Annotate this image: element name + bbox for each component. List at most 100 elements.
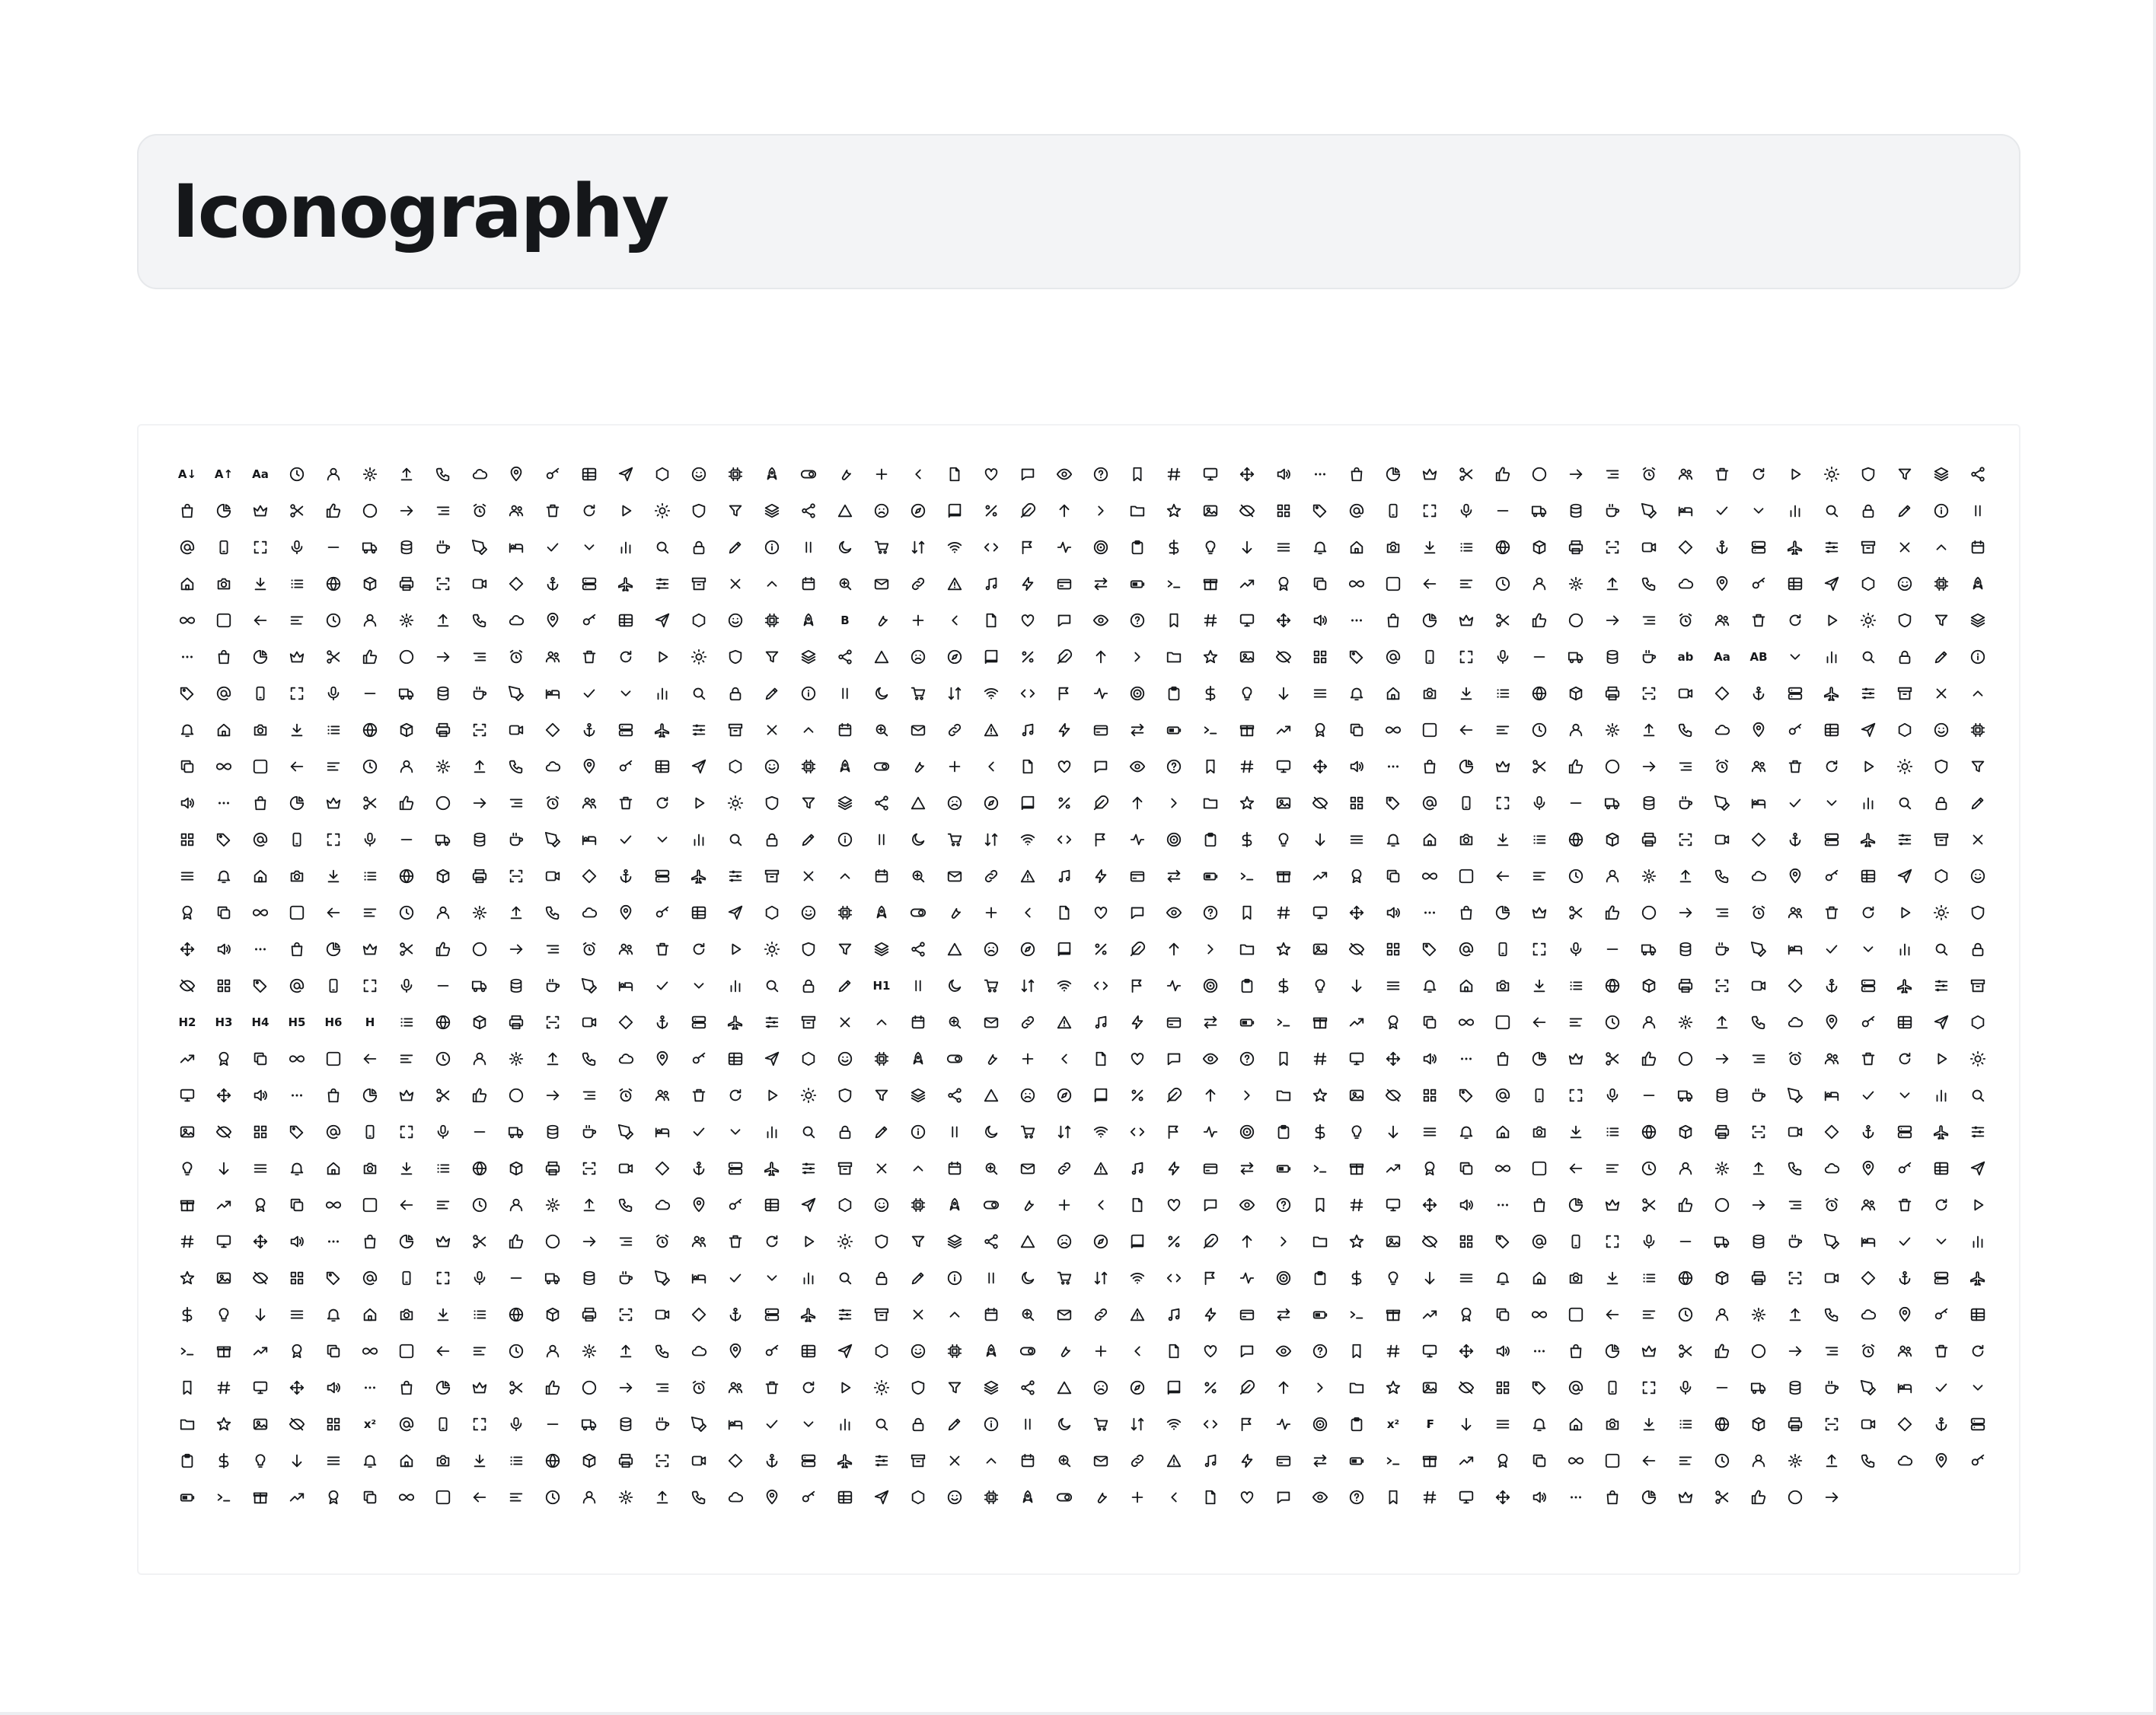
- globe-icon[interactable]: [461, 1150, 498, 1187]
- eye-icon[interactable]: [1229, 1187, 1265, 1223]
- sun-icon[interactable]: [1813, 456, 1850, 493]
- lock-icon[interactable]: [790, 967, 827, 1004]
- dots-icon[interactable]: [1448, 1041, 1485, 1077]
- download-icon[interactable]: [1558, 1114, 1594, 1150]
- pie-chart-icon[interactable]: [425, 1369, 461, 1406]
- bar-chart-icon[interactable]: [1777, 493, 1813, 529]
- bag-icon[interactable]: [1521, 1187, 1558, 1223]
- chevron-down-icon[interactable]: [1850, 931, 1886, 967]
- globe-icon[interactable]: [534, 1442, 571, 1479]
- bolt-icon[interactable]: [1083, 858, 1119, 894]
- alarm-icon[interactable]: [1850, 1333, 1886, 1369]
- credit-card-icon[interactable]: [1192, 1150, 1229, 1187]
- bed-icon[interactable]: [1886, 1369, 1923, 1406]
- refresh-icon[interactable]: [1740, 456, 1777, 493]
- cloud-icon[interactable]: [717, 1479, 754, 1516]
- play-icon[interactable]: [790, 1223, 827, 1260]
- coffee-icon[interactable]: [1667, 785, 1704, 821]
- check-icon[interactable]: [681, 1114, 717, 1150]
- map-pin-icon[interactable]: [1886, 1296, 1923, 1333]
- flag-icon[interactable]: [1119, 967, 1156, 1004]
- clock-icon[interactable]: [1667, 1296, 1704, 1333]
- eye-off-icon[interactable]: [1302, 785, 1338, 821]
- frown-icon[interactable]: [936, 785, 973, 821]
- credit-card-icon[interactable]: [1119, 858, 1156, 894]
- rocket-icon[interactable]: [936, 1187, 973, 1223]
- smartphone-icon[interactable]: [1558, 1223, 1594, 1260]
- compass-icon[interactable]: [1009, 931, 1046, 967]
- at-icon[interactable]: [169, 529, 206, 566]
- alarm-icon[interactable]: [608, 1077, 644, 1114]
- share-icon[interactable]: [1009, 1369, 1046, 1406]
- question-icon[interactable]: [1338, 1479, 1375, 1516]
- lock-icon[interactable]: [1923, 785, 1960, 821]
- home-icon[interactable]: [1558, 1406, 1594, 1442]
- bell-icon[interactable]: [1302, 529, 1338, 566]
- download-icon[interactable]: [1448, 675, 1485, 712]
- close-icon[interactable]: [754, 712, 790, 748]
- scissors-icon[interactable]: [1704, 1479, 1740, 1516]
- layers-icon[interactable]: [973, 1369, 1009, 1406]
- info-icon[interactable]: [827, 821, 863, 858]
- expand-icon[interactable]: [461, 1406, 498, 1442]
- bed-icon[interactable]: [681, 1260, 717, 1296]
- scissors-icon[interactable]: [1521, 748, 1558, 785]
- calendar-icon[interactable]: [900, 1004, 936, 1041]
- database-icon[interactable]: [1631, 785, 1667, 821]
- zoom-in-icon[interactable]: [1009, 1296, 1046, 1333]
- align-left-icon[interactable]: [1594, 1150, 1631, 1187]
- chevron-up-icon[interactable]: [827, 858, 863, 894]
- cpu-icon[interactable]: [973, 1479, 1009, 1516]
- minus-icon[interactable]: [425, 967, 461, 1004]
- music-icon[interactable]: [1046, 858, 1083, 894]
- monitor-icon[interactable]: [1192, 456, 1229, 493]
- frown-icon[interactable]: [863, 493, 900, 529]
- thumbs-up-icon[interactable]: [388, 785, 425, 821]
- star-icon[interactable]: [1375, 1369, 1411, 1406]
- user-icon[interactable]: [352, 602, 388, 639]
- heart-icon[interactable]: [973, 456, 1009, 493]
- text-glyph-icon[interactable]: A↑: [206, 456, 242, 493]
- chevron-left-icon[interactable]: [1156, 1479, 1192, 1516]
- coffee-icon[interactable]: [534, 967, 571, 1004]
- hash-icon[interactable]: [169, 1223, 206, 1260]
- folder-icon[interactable]: [1156, 639, 1192, 675]
- scan-icon[interactable]: [608, 1296, 644, 1333]
- trash-icon[interactable]: [1850, 1041, 1886, 1077]
- question-icon[interactable]: [1302, 1333, 1338, 1369]
- arrow-right-icon[interactable]: [1667, 894, 1704, 931]
- clock-icon[interactable]: [461, 1187, 498, 1223]
- edit-icon[interactable]: [1886, 493, 1923, 529]
- alarm-icon[interactable]: [1631, 456, 1667, 493]
- plus-icon[interactable]: [900, 602, 936, 639]
- table-icon[interactable]: [717, 1041, 754, 1077]
- layers-icon[interactable]: [1960, 602, 1996, 639]
- video-icon[interactable]: [644, 1296, 681, 1333]
- sliders-icon[interactable]: [644, 566, 681, 602]
- rocket-icon[interactable]: [900, 1041, 936, 1077]
- award-icon[interactable]: [1448, 1296, 1485, 1333]
- phone-icon[interactable]: [681, 1479, 717, 1516]
- mail-icon[interactable]: [863, 566, 900, 602]
- anchor-icon[interactable]: [1813, 967, 1850, 1004]
- share-icon[interactable]: [790, 493, 827, 529]
- refresh-icon[interactable]: [681, 931, 717, 967]
- chevron-right-icon[interactable]: [1192, 931, 1229, 967]
- phone-icon[interactable]: [1740, 1004, 1777, 1041]
- layers-icon[interactable]: [863, 931, 900, 967]
- trending-up-icon[interactable]: [1302, 858, 1338, 894]
- scan-icon[interactable]: [644, 1442, 681, 1479]
- chat-icon[interactable]: [1156, 1041, 1192, 1077]
- eye-off-icon[interactable]: [206, 1114, 242, 1150]
- folder-icon[interactable]: [1338, 1369, 1375, 1406]
- printer-icon[interactable]: [1740, 1260, 1777, 1296]
- box-icon[interactable]: [425, 858, 461, 894]
- info-icon[interactable]: [1923, 493, 1960, 529]
- terminal-icon[interactable]: [206, 1479, 242, 1516]
- sun-icon[interactable]: [681, 639, 717, 675]
- smile-icon[interactable]: [681, 456, 717, 493]
- arrow-up-icon[interactable]: [1083, 639, 1119, 675]
- mail-icon[interactable]: [1083, 1442, 1119, 1479]
- plus-icon[interactable]: [863, 456, 900, 493]
- question-icon[interactable]: [1265, 1187, 1302, 1223]
